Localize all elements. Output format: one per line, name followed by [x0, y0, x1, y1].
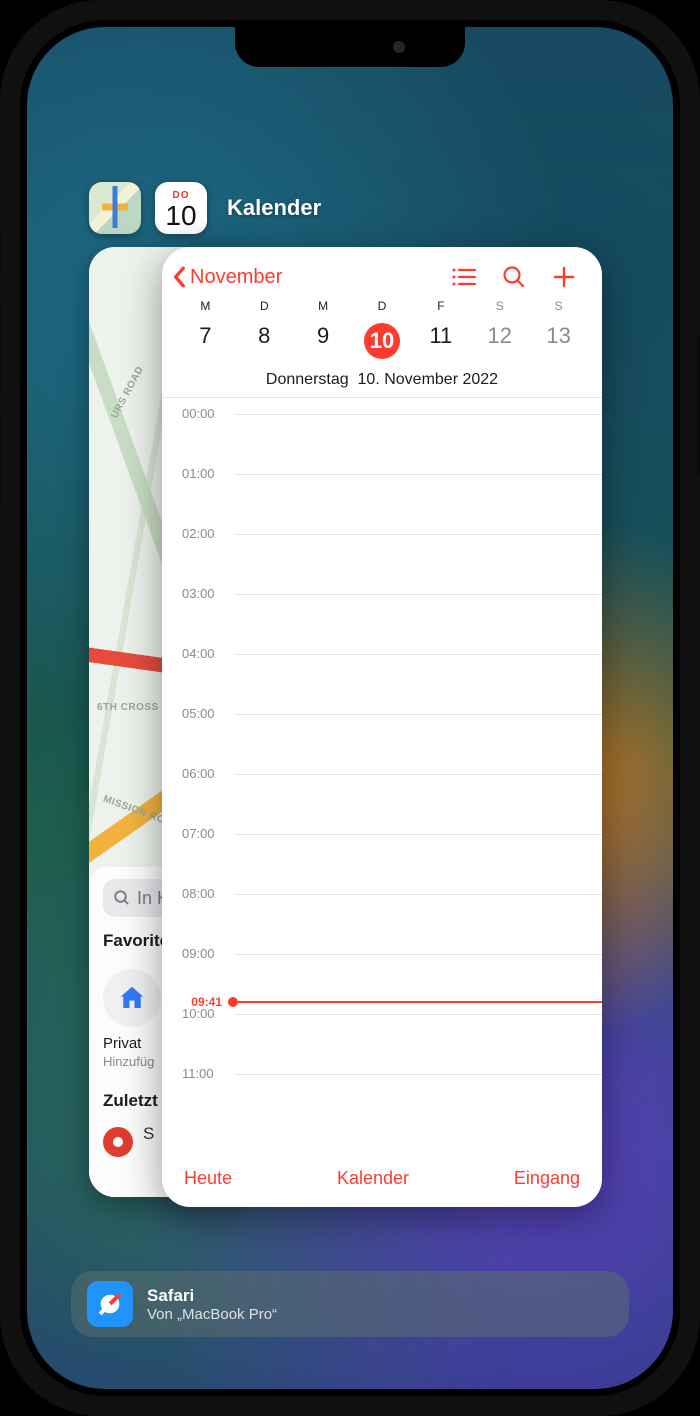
house-icon [117, 983, 147, 1013]
calendar-hour-row[interactable]: 04:00 [162, 654, 602, 714]
calendar-day-cell[interactable]: 10 [353, 317, 412, 365]
plus-icon [552, 265, 576, 289]
calendar-hour-label: 00:00 [182, 406, 215, 421]
calendar-list-view-button[interactable] [442, 266, 486, 288]
calendar-day-timeline[interactable]: 00:0001:0002:0003:0004:0005:0006:0007:00… [162, 398, 602, 1156]
handoff-source: Von „MacBook Pro“ [147, 1306, 277, 1323]
calendar-hour-label: 09:00 [182, 946, 215, 961]
volume-down-button[interactable] [0, 415, 2, 505]
calendar-calendars-button[interactable]: Kalender [337, 1168, 409, 1189]
calendar-week-row: MDMDFSS 78910111213 [162, 295, 602, 365]
calendar-add-button[interactable] [542, 265, 586, 289]
calendar-day-cell[interactable]: 12 [470, 317, 529, 365]
calendar-toolbar: Heute Kalender Eingang [162, 1156, 602, 1207]
active-app-title: Kalender [227, 195, 321, 221]
calendar-hour-row[interactable]: 03:00 [162, 594, 602, 654]
calendar-hour-row[interactable]: 01:00 [162, 474, 602, 534]
calendar-full-date: Donnerstag 10. November 2022 [162, 365, 602, 397]
calendar-day-cell[interactable]: 11 [411, 317, 470, 365]
calendar-dow: D [235, 299, 294, 313]
search-icon [502, 265, 526, 289]
calendar-hour-row[interactable]: 11:00 [162, 1074, 602, 1134]
calendar-hour-row[interactable]: 02:00 [162, 534, 602, 594]
calendar-dow: M [294, 299, 353, 313]
maps-street-label: URS ROAD [109, 365, 146, 421]
calendar-hour-label: 03:00 [182, 586, 215, 601]
calendar-dow: S [529, 299, 588, 313]
mute-switch[interactable] [0, 230, 2, 275]
maps-favorite-home[interactable] [103, 969, 161, 1027]
calendar-now-line [238, 1001, 602, 1003]
calendar-inbox-button[interactable]: Eingang [514, 1168, 580, 1189]
calendar-dow: F [411, 299, 470, 313]
calendar-hour-row[interactable]: 06:00 [162, 774, 602, 834]
calendar-back-button[interactable]: November [172, 266, 282, 289]
pin-icon [103, 1127, 133, 1157]
calendar-app-icon[interactable]: DO 10 [155, 182, 207, 234]
calendar-hour-label: 11:00 [182, 1066, 214, 1081]
calendar-search-button[interactable] [492, 265, 536, 289]
handoff-banner[interactable]: Safari Von „MacBook Pro“ [71, 1271, 629, 1337]
calendar-back-label: November [190, 266, 282, 289]
calendar-icon-day: 10 [165, 202, 196, 230]
maps-street-label: 6TH CROSS [97, 702, 159, 713]
safari-icon [87, 1281, 133, 1327]
calendar-hour-row[interactable]: 07:00 [162, 834, 602, 894]
maps-recent-item[interactable]: S [143, 1124, 154, 1144]
app-card-calendar[interactable]: November [162, 247, 602, 1207]
iphone-frame: DO 10 Kalender URS ROAD 6TH CROSS MISSIO… [0, 0, 700, 1416]
calendar-hour-row[interactable]: 05:00 [162, 714, 602, 774]
calendar-navbar: November [162, 247, 602, 295]
calendar-hour-label: 01:00 [182, 466, 215, 481]
maps-app-icon[interactable] [89, 182, 141, 234]
calendar-day-cell[interactable]: 13 [529, 317, 588, 365]
volume-up-button[interactable] [0, 305, 2, 395]
calendar-hour-row[interactable]: 08:00 [162, 894, 602, 954]
list-icon [451, 266, 477, 288]
calendar-now-time: 09:41 [182, 995, 226, 1009]
calendar-hour-row[interactable]: 00:00 [162, 414, 602, 474]
calendar-day-cell[interactable]: 8 [235, 317, 294, 365]
calendar-dow: M [176, 299, 235, 313]
calendar-day-cell[interactable]: 9 [294, 317, 353, 365]
calendar-hour-label: 06:00 [182, 766, 215, 781]
calendar-day-cell[interactable]: 7 [176, 317, 235, 365]
calendar-hour-label: 05:00 [182, 706, 215, 721]
search-icon [113, 889, 131, 907]
calendar-hour-label: 02:00 [182, 526, 215, 541]
screen: DO 10 Kalender URS ROAD 6TH CROSS MISSIO… [27, 27, 673, 1389]
notch [235, 27, 465, 67]
calendar-dow: S [470, 299, 529, 313]
calendar-hour-label: 07:00 [182, 826, 215, 841]
app-switcher-icon-row: DO 10 Kalender [89, 182, 321, 234]
calendar-hour-label: 04:00 [182, 646, 215, 661]
calendar-hour-label: 08:00 [182, 886, 215, 901]
bezel: DO 10 Kalender URS ROAD 6TH CROSS MISSIO… [20, 20, 680, 1396]
handoff-app-name: Safari [147, 1286, 277, 1306]
calendar-dow: D [353, 299, 412, 313]
chevron-left-icon [172, 266, 188, 288]
calendar-now-indicator: 09:41 [182, 995, 602, 1009]
calendar-today-button[interactable]: Heute [184, 1168, 232, 1189]
calendar-now-dot [228, 997, 238, 1007]
calendar-hour-row[interactable]: 10:00 [162, 1014, 602, 1074]
